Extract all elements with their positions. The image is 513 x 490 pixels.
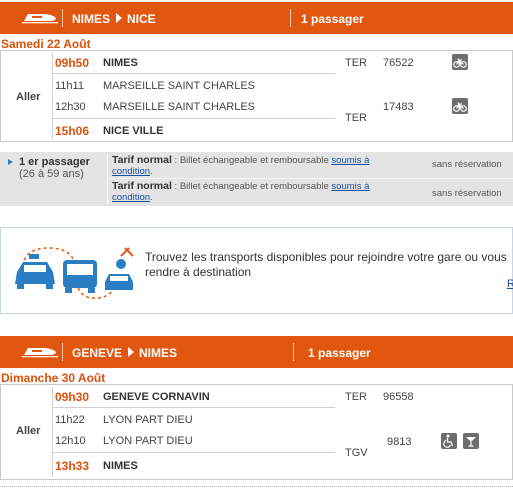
header-separator — [293, 343, 294, 361]
stop-time: 12h10 — [55, 435, 86, 447]
promo-text: Trouvez les transports disponibles pour … — [145, 250, 507, 279]
divider — [53, 118, 335, 119]
train-icon — [22, 14, 58, 24]
divider — [107, 154, 108, 204]
departure-station: GENEVE CORNAVIN — [103, 391, 210, 403]
destination-label: NIMES — [139, 346, 178, 360]
fare-end: . — [150, 192, 153, 203]
taxi-bus-car-icon — [15, 247, 134, 299]
arrow-right-icon — [128, 347, 135, 357]
passenger-label: 1 er passager — [19, 156, 90, 168]
train-number: 96558 — [383, 391, 414, 403]
arrival-time: 15h06 — [55, 124, 90, 138]
divider — [52, 53, 53, 139]
stop-station: LYON PART DIEU — [103, 414, 193, 426]
divider — [53, 73, 335, 74]
route-label: NIMES NICE — [72, 12, 156, 26]
train-type: TER — [345, 57, 367, 69]
passenger-count: 1 passager — [308, 346, 371, 360]
direction-label: Aller — [16, 91, 41, 103]
arrival-time: 13h33 — [55, 459, 90, 473]
arrival-station: NIMES — [103, 460, 138, 472]
wheelchair-icon — [441, 433, 457, 449]
stop-time: 11h11 — [55, 80, 84, 92]
train-icon — [22, 348, 58, 358]
direction-label: Aller — [16, 425, 41, 437]
departure-station: NIMES — [103, 57, 138, 69]
fare-end: . — [150, 166, 153, 177]
fare-row: Tarif normal : Billet échangeable et rem… — [112, 180, 412, 204]
departure-time: 09h50 — [55, 56, 90, 70]
train-type: TER — [345, 391, 367, 403]
origin-label: GENEVE — [72, 346, 123, 360]
divider — [53, 407, 335, 408]
departure-time: 09h30 — [55, 390, 90, 404]
train-type: TGV — [345, 447, 368, 459]
bicycle-icon — [452, 98, 468, 114]
train-number: 17483 — [383, 101, 414, 113]
promo-link[interactable]: R — [507, 278, 513, 290]
train-number: 9813 — [387, 436, 412, 448]
destination-label: NICE — [127, 12, 156, 26]
divider — [53, 452, 335, 453]
fare-name: Tarif normal — [112, 180, 172, 192]
arrow-right-icon — [116, 13, 123, 23]
fare-row: Tarif normal : Billet échangeable et rem… — [112, 154, 412, 178]
train-number: 76522 — [383, 57, 414, 69]
origin-label: NIMES — [72, 12, 111, 26]
stop-time: 11h22 — [55, 414, 85, 426]
travel-date: Dimanche 30 Août — [1, 371, 106, 385]
fare-text: : Billet échangeable et remboursable — [171, 155, 332, 166]
divider — [52, 387, 53, 477]
journey-header-bar: GENEVE NIMES 1 passager — [0, 336, 513, 368]
stop-station: MARSEILLE SAINT CHARLES — [103, 101, 256, 113]
header-separator — [290, 9, 291, 27]
trip-details: Aller 09h50 NIMES 11h11 MARSEILLE SAINT … — [0, 50, 513, 142]
train-type: TER — [345, 112, 367, 124]
stop-station: LYON PART DIEU — [103, 435, 193, 447]
passenger-count: 1 passager — [301, 12, 364, 26]
divider — [107, 178, 513, 179]
header-separator — [62, 9, 63, 27]
travel-date: Samedi 22 Août — [1, 37, 91, 51]
header-separator — [62, 343, 63, 361]
route-label: GENEVE NIMES — [72, 346, 177, 360]
fare-text: : Billet échangeable et remboursable — [171, 181, 332, 192]
dotted-divider — [0, 486, 513, 487]
passenger-age: (26 à 59 ans) — [19, 168, 84, 180]
arrival-station: NICE VILLE — [103, 125, 164, 137]
fare-name: Tarif normal — [112, 154, 172, 166]
bicycle-icon — [452, 54, 468, 70]
trip-details: Aller 09h30 GENEVE CORNAVIN 11h22 LYON P… — [0, 384, 513, 480]
stop-time: 12h30 — [55, 101, 86, 113]
expand-arrow-icon[interactable] — [8, 159, 13, 165]
reservation-status: sans réservation — [432, 188, 502, 199]
fare-panel: 1 er passager (26 à 59 ans) Tarif normal… — [0, 152, 513, 206]
transport-promo[interactable]: Trouvez les transports disponibles pour … — [0, 227, 513, 314]
bar-cocktail-icon — [463, 433, 479, 449]
journey-header-bar: NIMES NICE 1 passager — [0, 2, 513, 34]
stop-station: MARSEILLE SAINT CHARLES — [103, 80, 256, 92]
reservation-status: sans réservation — [432, 159, 502, 170]
